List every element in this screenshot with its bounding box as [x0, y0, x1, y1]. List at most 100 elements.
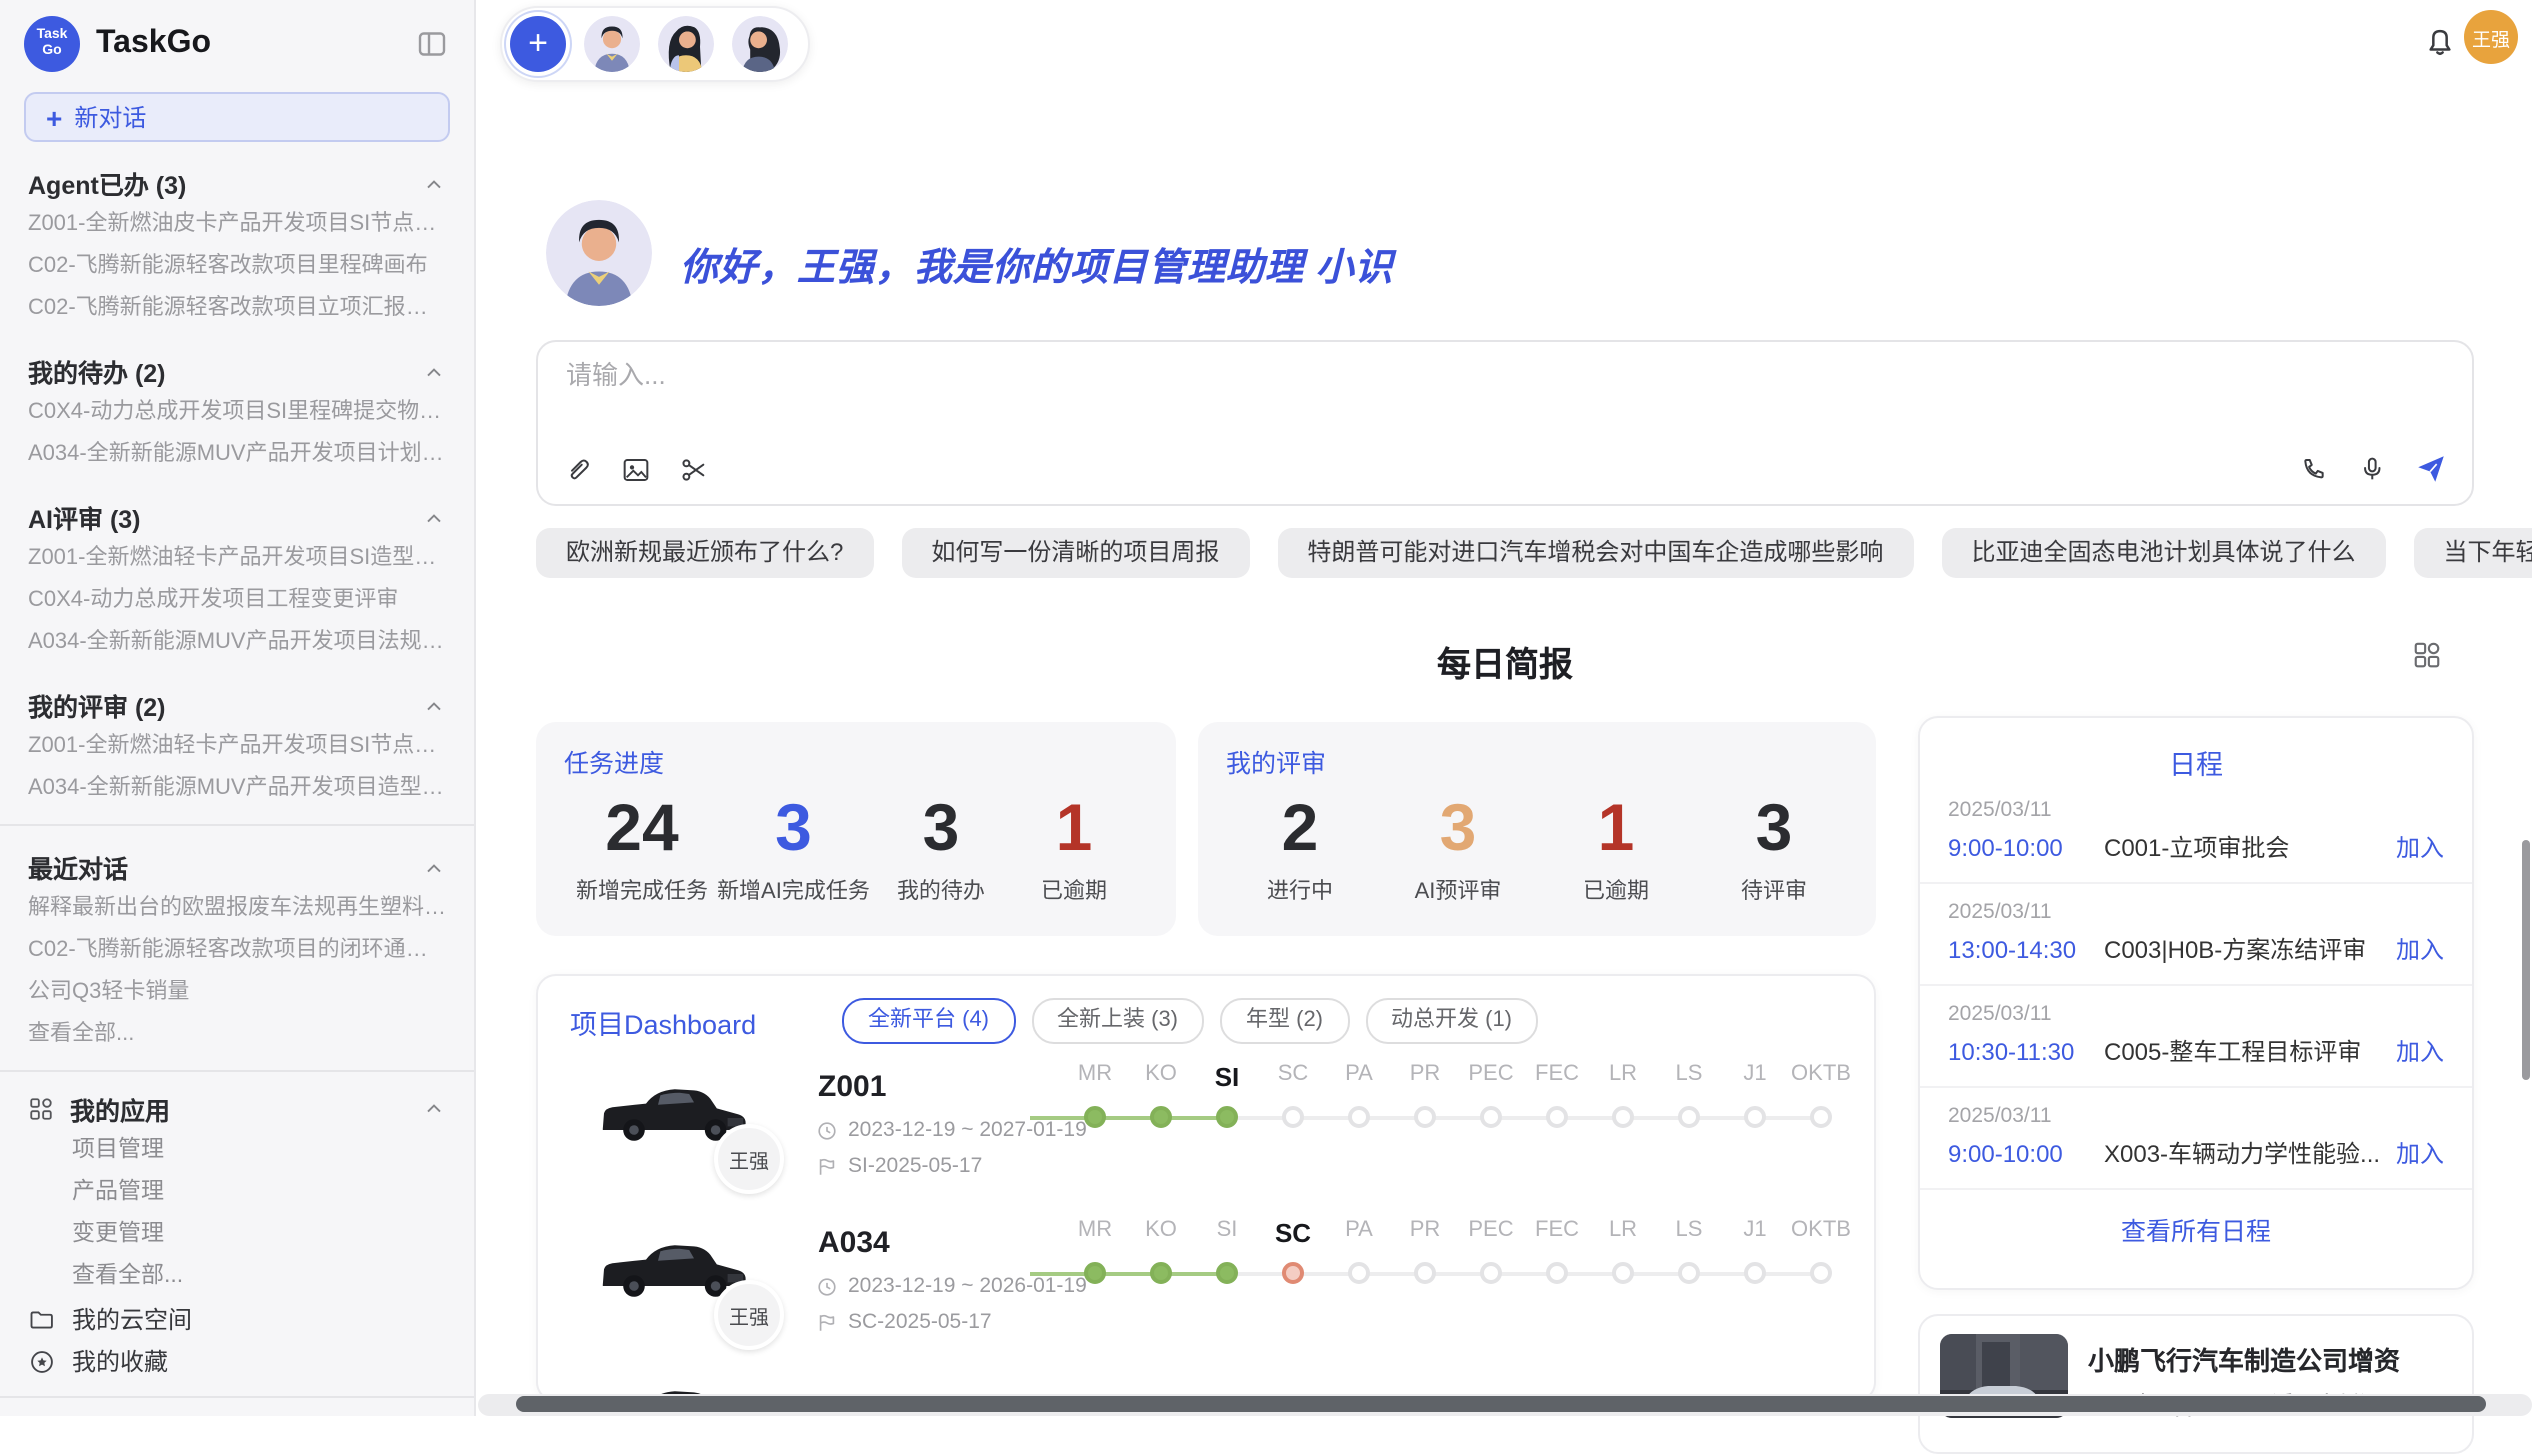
app-item-product[interactable]: 产品管理	[0, 1172, 474, 1214]
milestone-pr: PR	[1392, 1218, 1458, 1284]
user-avatar[interactable]: 王强	[2464, 10, 2518, 64]
schedule-item: 2025/03/11 10:30-11:30 C005-整车工程目标评审 加入	[1920, 986, 2472, 1088]
session-avatar-3[interactable]	[732, 16, 788, 72]
filter-all-new-platform[interactable]: 全新平台 (4)	[842, 998, 1015, 1044]
sidebar-item-ai-employee[interactable]: AI超级员工	[0, 1412, 474, 1416]
star-badge-icon	[28, 1347, 56, 1375]
project-date-range: 2023-12-19 ~ 2027-01-19	[816, 1118, 1087, 1142]
vertical-scrollbar-thumb[interactable]	[2522, 840, 2530, 1080]
microphone-icon[interactable]	[2356, 453, 2388, 485]
filter-new-body[interactable]: 全新上装 (3)	[1031, 998, 1204, 1044]
session-avatars-bar: +	[500, 6, 810, 82]
sidebar: Task Go TaskGo + 新对话 Agent已办 (3) Z001-全新…	[0, 0, 476, 1416]
new-chat-button[interactable]: + 新对话	[24, 92, 450, 142]
join-link[interactable]: 加入	[2396, 932, 2444, 966]
recent-chat-item[interactable]: C02-飞腾新能源轻客改款项目的闭环通告反馈情况	[0, 930, 474, 972]
sidebar-header: Task Go TaskGo	[0, 0, 474, 80]
logo-line2: Go	[42, 44, 61, 60]
schedule-date: 2025/03/11	[1948, 1104, 2444, 1128]
join-link[interactable]: 加入	[2396, 1034, 2444, 1068]
view-all-apps[interactable]: 查看全部...	[0, 1256, 474, 1298]
suggestion-chip[interactable]: 当下年轻人对汽车外观有怎样的喜好趋势	[2413, 528, 2532, 578]
chat-input-card	[536, 340, 2474, 506]
suggestion-chip[interactable]: 特朗普可能对进口汽车增税会对中国车企造成哪些影响	[1277, 528, 1913, 578]
schedule-time: 9:00-10:00	[1948, 833, 2104, 861]
send-icon[interactable]	[2414, 452, 2448, 486]
card-title: 我的评审	[1226, 742, 1848, 780]
session-avatar-1[interactable]	[584, 16, 640, 72]
horizontal-scrollbar-thumb[interactable]	[516, 1396, 2486, 1412]
session-avatar-2[interactable]	[658, 16, 714, 72]
milestone-ls: LS	[1656, 1218, 1722, 1284]
schedule-item: 2025/03/11 9:00-10:00 X003-车辆动力学性能验... 加…	[1920, 1088, 2472, 1190]
sidebar-item[interactable]: A034-全新新能源MUV产品开发项目造型可行性评审	[0, 768, 474, 810]
milestone-sc: SC	[1260, 1062, 1326, 1128]
project-flag-milestone: SI-2025-05-17	[816, 1154, 982, 1178]
layout-grid-icon[interactable]	[2412, 640, 2442, 670]
project-row-a034[interactable]: 王强 A034 2023-12-19 ~ 2026-01-19 SC-2025-…	[538, 1212, 1876, 1364]
suggestion-chip[interactable]: 欧洲新规最近颁布了什么?	[536, 528, 873, 578]
join-link[interactable]: 加入	[2396, 1136, 2444, 1170]
milestone-oktb: OKTB	[1788, 1218, 1854, 1284]
chat-input[interactable]	[562, 358, 1970, 392]
schedule-date: 2025/03/11	[1948, 900, 2444, 924]
news-card[interactable]: 小鹏飞行汽车制造公司增资 天眼查 App 显示，近日广州汇天飞行汽...	[1918, 1314, 2474, 1454]
sidebar-item[interactable]: C02-飞腾新能源轻客改款项目里程碑画布	[0, 246, 474, 288]
sidebar-item[interactable]: C0X4-动力总成开发项目工程变更评审	[0, 580, 474, 622]
schedule-date: 2025/03/11	[1948, 1002, 2444, 1026]
phone-call-icon[interactable]	[2298, 453, 2330, 485]
clock-icon	[816, 1275, 838, 1297]
suggestion-chip[interactable]: 如何写一份清晰的项目周报	[901, 528, 1249, 578]
sidebar-item[interactable]: A034-全新新能源MUV产品开发项目计划变更表编写	[0, 434, 474, 476]
milestone-pa: PA	[1326, 1062, 1392, 1128]
sidebar-item[interactable]: A034-全新新能源MUV产品开发项目法规符合性评审	[0, 622, 474, 664]
chevron-up-icon	[422, 1096, 446, 1120]
project-owner-badge: 王强	[714, 1124, 784, 1194]
scissors-icon[interactable]	[678, 454, 710, 486]
attachment-paperclip-icon[interactable]	[562, 454, 594, 486]
recent-chat-item[interactable]: 公司Q3轻卡销量	[0, 972, 474, 1014]
section-my-todo[interactable]: 我的待办 (2)	[0, 350, 474, 392]
section-ai-review[interactable]: AI评审 (3)	[0, 496, 474, 538]
panel-toggle-icon[interactable]	[414, 26, 450, 62]
sidebar-item-cloud-space[interactable]: 我的云空间	[0, 1298, 474, 1340]
sidebar-item[interactable]: C0X4-动力总成开发项目SI里程碑提交物检查	[0, 392, 474, 434]
daily-briefing-title: 每日简报	[536, 636, 2474, 686]
sidebar-item[interactable]: Z001-全新燃油皮卡产品开发项目SI节点Lesson Learn报告	[0, 204, 474, 246]
insert-image-icon[interactable]	[620, 454, 652, 486]
sidebar-item-favorites[interactable]: 我的收藏	[0, 1340, 474, 1382]
milestone-fec: FEC	[1524, 1062, 1590, 1128]
section-my-review[interactable]: 我的评审 (2)	[0, 684, 474, 726]
stat-my-todo: 3 我的待办	[879, 788, 1003, 906]
flag-icon	[816, 1311, 838, 1333]
section-agent-done[interactable]: Agent已办 (3)	[0, 162, 474, 204]
chevron-up-icon	[422, 855, 446, 879]
milestone-pec: PEC	[1458, 1062, 1524, 1128]
join-link[interactable]: 加入	[2396, 830, 2444, 864]
view-all-schedule-link[interactable]: 查看所有日程	[1920, 1190, 2472, 1248]
sidebar-item[interactable]: Z001-全新燃油轻卡产品开发项目SI节点属性5D文件评审	[0, 726, 474, 768]
add-session-button[interactable]: +	[510, 16, 566, 72]
schedule-meeting-title: C001-立项审批会	[2104, 830, 2396, 864]
milestone-timeline: MR KO SI SC PA PR PEC FEC LR LS J1 OKTB	[1062, 1062, 1862, 1162]
section-my-apps[interactable]: 我的应用	[0, 1086, 474, 1130]
news-title: 小鹏飞行汽车制造公司增资	[2088, 1340, 2456, 1378]
notification-bell-icon[interactable]	[2420, 22, 2460, 62]
sidebar-item[interactable]: C02-飞腾新能源轻客改款项目立项汇报方案	[0, 288, 474, 330]
recent-chat-item[interactable]: 解释最新出台的欧盟报废车法规再生塑料比例被调至15%...	[0, 888, 474, 930]
suggestion-chip[interactable]: 比亚迪全固态电池计划具体说了什么	[1941, 528, 2385, 578]
new-chat-label: 新对话	[74, 100, 146, 134]
dashboard-header: 项目Dashboard 全新平台 (4) 全新上装 (3) 年型 (2) 动总开…	[538, 976, 1874, 1044]
filter-year-model[interactable]: 年型 (2)	[1220, 998, 1349, 1044]
filter-powertrain[interactable]: 动总开发 (1)	[1365, 998, 1538, 1044]
project-row-z001[interactable]: 王强 Z001 2023-12-19 ~ 2027-01-19 SI-2025-…	[538, 1056, 1876, 1208]
taskgo-app: Task Go TaskGo + 新对话 Agent已办 (3) Z001-全新…	[0, 0, 2532, 1416]
sidebar-item[interactable]: Z001-全新燃油轻卡产品开发项目SI造型提交物评审	[0, 538, 474, 580]
app-item-project[interactable]: 项目管理	[0, 1130, 474, 1172]
dashboard-title: 项目Dashboard	[570, 1001, 826, 1041]
stat-ai-pre-review: 3 AI预评审	[1396, 788, 1520, 906]
app-item-change[interactable]: 变更管理	[0, 1214, 474, 1256]
milestone-pec: PEC	[1458, 1218, 1524, 1284]
view-all-chats[interactable]: 查看全部...	[0, 1014, 474, 1056]
my-review-card: 我的评审 2 进行中 3 AI预评审 1 已逾期 3 待评审	[1198, 722, 1876, 936]
